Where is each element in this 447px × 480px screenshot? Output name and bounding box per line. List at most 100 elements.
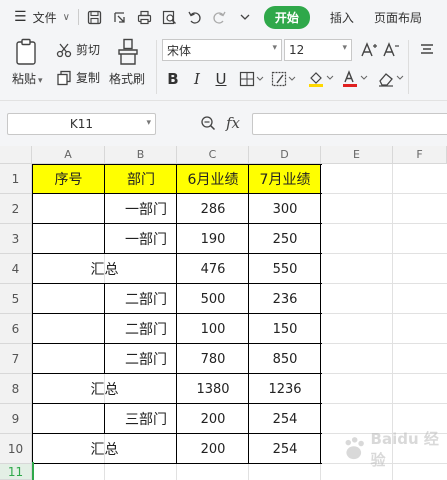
row-header-11[interactable]: 11: [0, 464, 32, 480]
row-header-1[interactable]: 1: [0, 164, 32, 194]
serial-cell[interactable]: [32, 404, 105, 434]
eraser-icon[interactable]: [376, 68, 406, 90]
customize-toolbar-icon[interactable]: [235, 7, 255, 27]
table-border: [32, 403, 322, 404]
june-sales-cell[interactable]: 200: [177, 404, 249, 434]
save-icon[interactable]: [85, 7, 105, 27]
insert-function-icon[interactable]: fx: [226, 114, 240, 132]
department-cell[interactable]: 二部门: [105, 344, 177, 374]
department-cell[interactable]: 一部门: [105, 224, 177, 254]
header-cell[interactable]: 序号: [32, 164, 105, 194]
row-header-7[interactable]: 7: [0, 344, 32, 374]
file-menu[interactable]: ☰ 文件 ∨: [0, 0, 70, 34]
department-cell[interactable]: 二部门: [105, 284, 177, 314]
table-border: [32, 223, 322, 224]
june-sales-cell[interactable]: 500: [177, 284, 249, 314]
tab-page-layout[interactable]: 页面布局: [374, 9, 422, 26]
june-sales-cell[interactable]: 200: [177, 434, 249, 464]
paste-label[interactable]: 粘贴 ▾: [12, 70, 43, 87]
july-sales-cell[interactable]: 236: [249, 284, 321, 314]
summary-label-cell[interactable]: 汇总: [32, 254, 177, 284]
fill-color-icon[interactable]: [306, 68, 336, 90]
select-all-corner[interactable]: [0, 146, 32, 164]
column-header-d[interactable]: D: [249, 146, 321, 164]
department-cell[interactable]: 三部门: [105, 404, 177, 434]
row-header-2[interactable]: 2: [0, 194, 32, 224]
paste-button[interactable]: [12, 38, 42, 69]
row-header-6[interactable]: 6: [0, 314, 32, 344]
department-cell[interactable]: 二部门: [105, 314, 177, 344]
row-header-9[interactable]: 9: [0, 404, 32, 434]
header-cell[interactable]: 7月业绩: [249, 164, 321, 194]
format-painter-button[interactable]: [110, 38, 146, 69]
font-color-icon[interactable]: [340, 68, 370, 90]
serial-cell[interactable]: [32, 224, 105, 254]
serial-cell[interactable]: [32, 344, 105, 374]
table-border: [32, 193, 322, 194]
cell-style-icon[interactable]: [270, 68, 298, 90]
june-sales-cell[interactable]: 286: [177, 194, 249, 224]
june-sales-cell[interactable]: 100: [177, 314, 249, 344]
redo-icon[interactable]: [210, 7, 230, 27]
column-header-e[interactable]: E: [321, 146, 393, 164]
row-header-3[interactable]: 3: [0, 224, 32, 254]
serial-cell[interactable]: [32, 284, 105, 314]
july-sales-cell[interactable]: 254: [249, 404, 321, 434]
header-cell[interactable]: 部门: [105, 164, 177, 194]
font-size-select[interactable]: 12 ▾: [284, 39, 352, 61]
align-top-icon[interactable]: [418, 39, 436, 61]
underline-icon[interactable]: U: [212, 68, 230, 90]
june-sales-cell[interactable]: 190: [177, 224, 249, 254]
tab-home[interactable]: 开始: [263, 5, 310, 29]
watermark: Baidu 经验: [340, 428, 447, 470]
july-sales-cell[interactable]: 250: [249, 224, 321, 254]
export-icon[interactable]: [110, 7, 130, 27]
italic-icon[interactable]: I: [188, 68, 206, 90]
table-border: [32, 343, 322, 344]
july-sales-cell[interactable]: 254: [249, 434, 321, 464]
copy-label: 复制: [76, 71, 101, 85]
table-border: [104, 224, 105, 254]
july-sales-cell[interactable]: 850: [249, 344, 321, 374]
chevron-down-icon: ▾: [38, 76, 43, 86]
column-header-f[interactable]: F: [393, 146, 447, 164]
summary-label-cell[interactable]: 汇总: [32, 374, 177, 404]
print-icon[interactable]: [135, 7, 155, 27]
row-header-10[interactable]: 10: [0, 434, 32, 464]
name-box[interactable]: K11 ▾: [7, 113, 156, 135]
zoom-search-icon[interactable]: [200, 115, 216, 131]
print-preview-icon[interactable]: [160, 7, 180, 27]
tab-insert[interactable]: 插入: [330, 9, 354, 26]
column-header-a[interactable]: A: [32, 146, 105, 164]
july-sales-cell[interactable]: 150: [249, 314, 321, 344]
column-header-b[interactable]: B: [105, 146, 177, 164]
serial-cell[interactable]: [32, 194, 105, 224]
undo-icon[interactable]: [185, 7, 205, 27]
summary-label-cell[interactable]: 汇总: [32, 434, 177, 464]
borders-icon[interactable]: [238, 68, 266, 90]
cut-button[interactable]: 剪切: [56, 41, 100, 58]
row-header-5[interactable]: 5: [0, 284, 32, 314]
header-cell[interactable]: 6月业绩: [177, 164, 249, 194]
column-header-c[interactable]: C: [177, 146, 249, 164]
table-border: [176, 164, 177, 464]
july-sales-cell[interactable]: 550: [249, 254, 321, 284]
june-sales-cell[interactable]: 1380: [177, 374, 249, 404]
decrease-font-size-icon[interactable]: [382, 39, 400, 61]
july-sales-cell[interactable]: 300: [249, 194, 321, 224]
menu-separator: [77, 9, 79, 25]
formula-input[interactable]: [252, 113, 447, 135]
increase-font-size-icon[interactable]: [360, 39, 378, 61]
table-border: [32, 463, 322, 464]
hamburger-icon: ☰: [14, 9, 27, 25]
row-header-4[interactable]: 4: [0, 254, 32, 284]
july-sales-cell[interactable]: 1236: [249, 374, 321, 404]
copy-button[interactable]: 复制: [56, 69, 100, 86]
june-sales-cell[interactable]: 780: [177, 344, 249, 374]
department-cell[interactable]: 一部门: [105, 194, 177, 224]
bold-icon[interactable]: B: [164, 68, 182, 90]
june-sales-cell[interactable]: 476: [177, 254, 249, 284]
font-name-select[interactable]: 宋体 ▾: [162, 39, 282, 61]
serial-cell[interactable]: [32, 314, 105, 344]
row-header-8[interactable]: 8: [0, 374, 32, 404]
